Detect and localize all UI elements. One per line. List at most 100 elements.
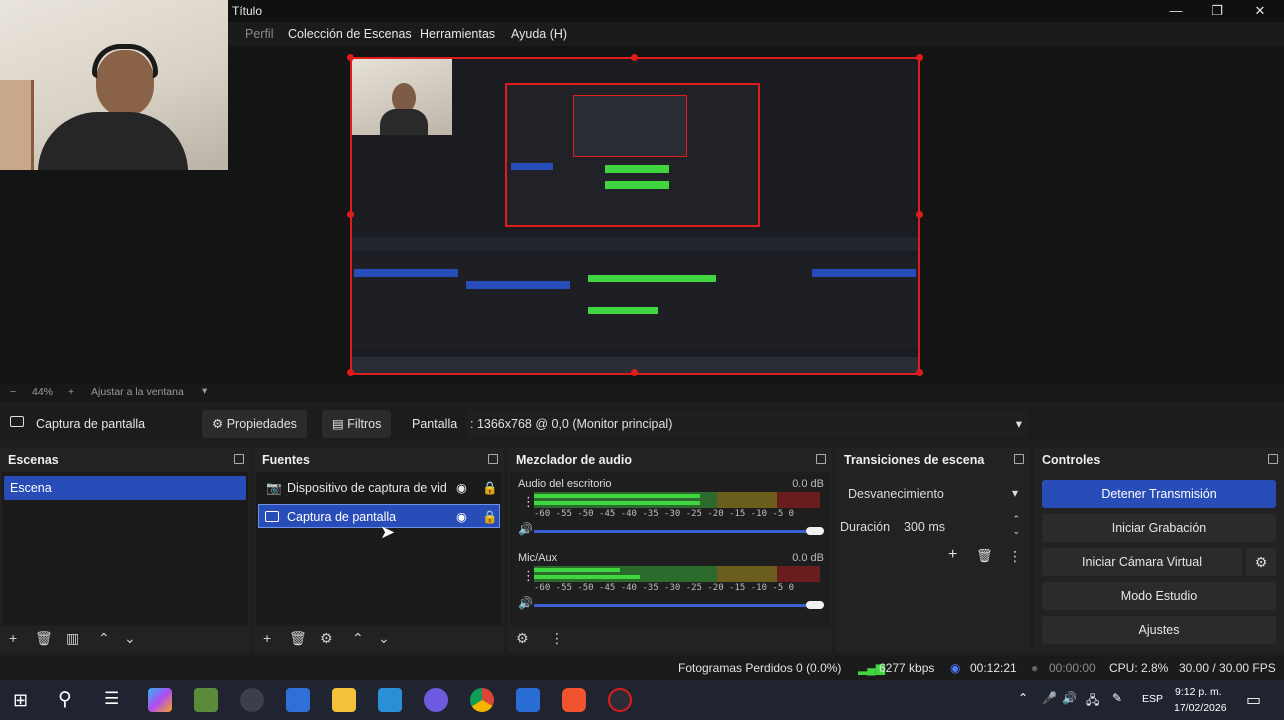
undock-icon[interactable] bbox=[816, 454, 826, 464]
volume-slider[interactable] bbox=[534, 604, 820, 607]
restore-button[interactable]: ❐ bbox=[1197, 0, 1237, 22]
volume-icon[interactable]: 🔊 bbox=[1062, 691, 1077, 705]
window-title: Título bbox=[232, 4, 263, 18]
gear-icon[interactable]: ⚙ bbox=[1246, 548, 1276, 576]
trash-icon[interactable]: 🗑 bbox=[35, 630, 53, 647]
resize-handle-r[interactable] bbox=[916, 211, 923, 218]
store-icon[interactable] bbox=[286, 688, 310, 712]
undock-icon[interactable] bbox=[234, 454, 244, 464]
fit-to-window-button[interactable]: Ajustar a la ventana bbox=[91, 386, 184, 398]
brave-icon[interactable] bbox=[562, 688, 586, 712]
selected-source-name: Captura de pantalla bbox=[36, 417, 146, 431]
source-item-selected[interactable]: Captura de pantalla ◉ 🔒 bbox=[258, 504, 500, 528]
add-icon[interactable]: + bbox=[948, 546, 957, 564]
menu-profile[interactable]: Perfil bbox=[245, 27, 273, 41]
resize-handle-bl[interactable] bbox=[347, 369, 354, 376]
start-virtual-camera-button[interactable]: Iniciar Cámara Virtual bbox=[1042, 548, 1242, 576]
close-button[interactable]: ✕ bbox=[1240, 0, 1280, 22]
lock-icon[interactable]: 🔒 bbox=[482, 476, 498, 500]
properties-button[interactable]: ⚙ Propiedades bbox=[202, 410, 307, 438]
window-app-icon[interactable] bbox=[516, 688, 540, 712]
menu-scene-collection[interactable]: Colección de Escenas bbox=[288, 27, 412, 41]
chevron-down-icon[interactable]: ▾ bbox=[202, 385, 207, 397]
filters-icon[interactable]: ▥ bbox=[66, 630, 79, 647]
stop-streaming-button[interactable]: Detener Transmisión bbox=[1042, 480, 1276, 508]
trash-icon[interactable]: 🗑 bbox=[289, 630, 307, 647]
chevron-up-icon[interactable]: ⌃ bbox=[1012, 514, 1020, 525]
menu-help[interactable]: Ayuda (H) bbox=[511, 27, 567, 41]
studio-mode-button[interactable]: Modo Estudio bbox=[1042, 582, 1276, 610]
input-language[interactable]: ESP bbox=[1142, 693, 1163, 705]
app-icon[interactable] bbox=[240, 688, 264, 712]
chevron-down-icon: ▾ bbox=[1011, 486, 1018, 500]
volume-slider-knob[interactable] bbox=[806, 527, 824, 535]
search-icon[interactable]: ⚲ bbox=[58, 688, 72, 711]
clock-date[interactable]: 17/02/2026 bbox=[1174, 702, 1227, 714]
eye-icon[interactable]: ◉ bbox=[456, 476, 467, 500]
advanced-audio-icon[interactable]: ⚙ bbox=[516, 630, 529, 647]
volume-slider[interactable] bbox=[534, 530, 820, 533]
duration-label: Duración bbox=[840, 520, 891, 534]
nested-person-body bbox=[380, 109, 428, 135]
add-icon[interactable]: + bbox=[9, 630, 17, 646]
zoom-in-button[interactable]: + bbox=[68, 386, 74, 398]
windows-start-icon[interactable]: ⊞ bbox=[13, 690, 28, 711]
kebab-menu-icon[interactable]: ⋮ bbox=[1008, 548, 1022, 565]
speaker-icon[interactable]: 🔊 bbox=[518, 522, 533, 536]
copilot-icon[interactable] bbox=[148, 688, 172, 712]
move-down-icon[interactable]: ⌄ bbox=[378, 630, 390, 647]
kebab-menu-icon[interactable]: ⋮ bbox=[550, 630, 564, 647]
speaker-icon[interactable]: 🔊 bbox=[518, 596, 533, 610]
chevron-down-icon[interactable]: ⌄ bbox=[1012, 526, 1020, 537]
undock-icon[interactable] bbox=[488, 454, 498, 464]
duration-spinbox[interactable]: 300 ms ⌃ ⌄ bbox=[898, 514, 1026, 540]
gear-icon[interactable]: ⚙ bbox=[320, 630, 333, 647]
trash-icon[interactable]: 🗑 bbox=[976, 548, 993, 564]
nested-mixer-meter bbox=[588, 275, 716, 282]
chevron-up-icon[interactable]: ⌃ bbox=[1018, 691, 1028, 705]
display-select[interactable]: : 1366x768 @ 0,0 (Monitor principal) ▾ bbox=[466, 410, 1028, 438]
resize-handle-tr[interactable] bbox=[916, 54, 923, 61]
clock-time[interactable]: 9:12 p. m. bbox=[1175, 686, 1222, 698]
microphone-icon[interactable]: 🎤 bbox=[1042, 691, 1057, 705]
settings-button[interactable]: Ajustes bbox=[1042, 616, 1276, 644]
filters-button[interactable]: ▤ Filtros bbox=[322, 410, 392, 438]
notifications-icon[interactable]: ▭ bbox=[1246, 690, 1261, 710]
controls-title: Controles bbox=[1042, 453, 1101, 467]
undock-icon[interactable] bbox=[1268, 454, 1278, 464]
task-view-icon[interactable]: ☰ bbox=[104, 689, 119, 709]
dropped-frames: Fotogramas Perdidos 0 (0.0%) bbox=[678, 661, 842, 675]
channel-name: Mic/Aux bbox=[518, 552, 558, 564]
source-item[interactable]: 📷 Dispositivo de captura de vid ◉ 🔒 bbox=[258, 476, 500, 500]
minecraft-icon[interactable] bbox=[194, 688, 218, 712]
chrome-icon[interactable] bbox=[470, 688, 494, 712]
lock-icon[interactable]: 🔒 bbox=[482, 505, 498, 529]
program-preview[interactable] bbox=[350, 57, 920, 375]
resize-handle-l[interactable] bbox=[347, 211, 354, 218]
pen-icon[interactable]: ✎ bbox=[1112, 691, 1122, 705]
resize-handle-tl[interactable] bbox=[347, 54, 354, 61]
resize-handle-t[interactable] bbox=[631, 54, 638, 61]
bitrate: 6277 kbps bbox=[879, 661, 935, 675]
start-recording-button[interactable]: Iniciar Grabación bbox=[1042, 514, 1276, 542]
transition-select[interactable]: Desvanecimiento ▾ bbox=[840, 480, 1026, 508]
menu-tools[interactable]: Herramientas bbox=[420, 27, 495, 41]
move-up-icon[interactable]: ⌃ bbox=[98, 630, 110, 647]
add-icon[interactable]: + bbox=[263, 630, 271, 646]
mail-icon[interactable] bbox=[378, 688, 402, 712]
resize-handle-br[interactable] bbox=[916, 369, 923, 376]
eye-icon[interactable]: ◉ bbox=[456, 505, 467, 529]
move-up-icon[interactable]: ⌃ bbox=[352, 630, 364, 647]
discord-icon[interactable] bbox=[424, 688, 448, 712]
network-icon[interactable]: 🖧 bbox=[1086, 691, 1099, 712]
channel-db: 0.0 dB bbox=[792, 552, 824, 564]
zoom-out-button[interactable]: − bbox=[10, 386, 16, 398]
resize-handle-b[interactable] bbox=[631, 369, 638, 376]
volume-slider-knob[interactable] bbox=[806, 601, 824, 609]
move-down-icon[interactable]: ⌄ bbox=[124, 630, 136, 647]
undock-icon[interactable] bbox=[1014, 454, 1024, 464]
obs-icon[interactable] bbox=[608, 688, 632, 712]
file-explorer-icon[interactable] bbox=[332, 688, 356, 712]
minimize-button[interactable]: — bbox=[1156, 0, 1196, 22]
scene-item[interactable]: Escena bbox=[4, 476, 246, 500]
